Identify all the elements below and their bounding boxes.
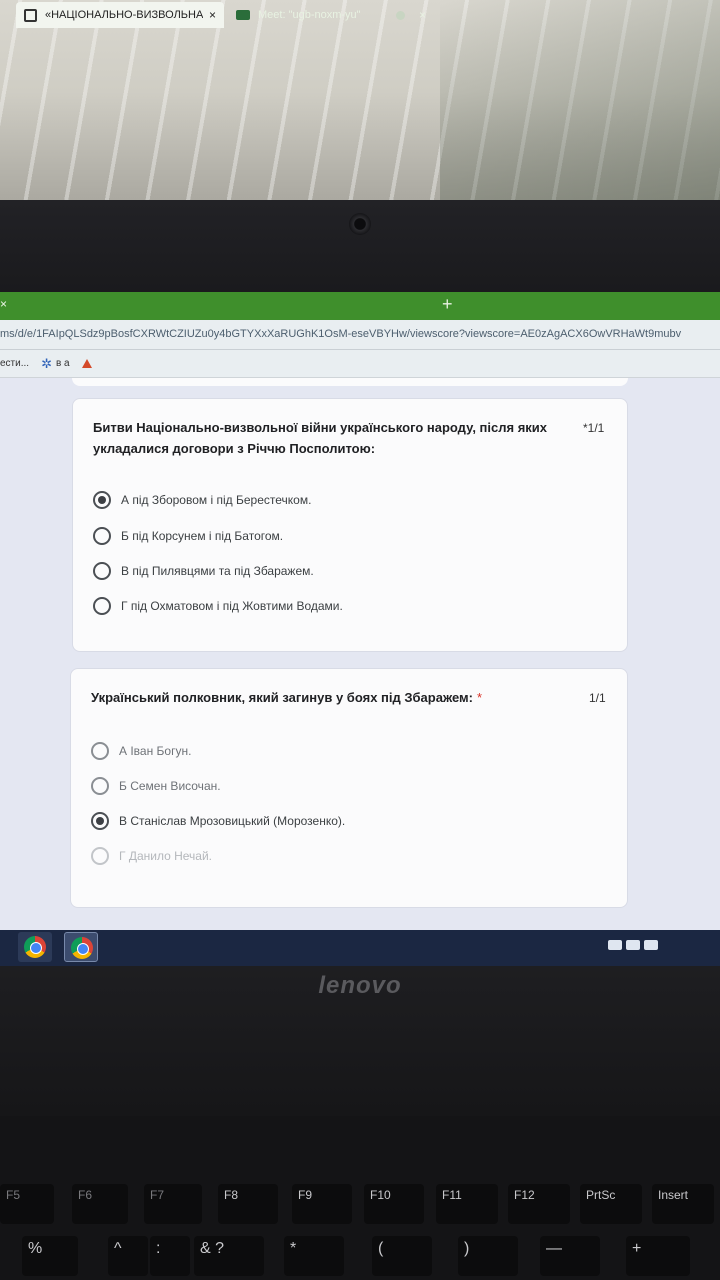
option-label: В Станіслав Мрозовицький (Морозенко). [119,814,346,828]
option-label: А Іван Богун. [119,744,192,758]
radio-selected-icon[interactable] [93,491,111,509]
close-left-tab-icon[interactable]: × [0,297,10,313]
answer-option[interactable]: В під Пилявцями та під Збаражем. [93,560,314,582]
key: & ? [194,1236,264,1276]
key: F8 [218,1184,278,1224]
chrome-icon [24,936,46,958]
tab-forms-quiz[interactable]: «НАЦІОНАЛЬНО-ВИЗВОЛЬНА Е × [16,2,224,28]
close-tab-icon[interactable]: × [419,8,426,22]
forms-page: Битви Національно-визвольної війни украї… [0,378,720,930]
question-score: *1/1 [583,421,605,435]
network-icon[interactable] [608,940,622,950]
key: F10 [364,1184,424,1224]
option-label: Б Семен Височан. [119,779,221,793]
key: : [150,1236,190,1276]
key: F12 [508,1184,570,1224]
gear-icon: ✲ [41,355,52,371]
question-text: Український полковник, який загинув у бо… [91,690,483,705]
drive-icon [81,359,92,368]
answer-option[interactable]: Г Данило Нечай. [91,845,212,867]
answer-option[interactable]: А Іван Богун. [91,740,191,762]
system-tray [608,940,658,950]
question-text: Битви Національно-визвольної війни украї… [93,420,548,456]
bookmark-item[interactable]: ✲ в а [41,356,70,372]
battery-icon[interactable] [626,940,640,950]
key: ) [458,1236,518,1276]
radio-icon[interactable] [93,562,111,580]
radio-icon[interactable] [93,527,111,545]
display-icon[interactable] [644,940,658,950]
question-score: 1/1 [589,691,606,705]
bookmarks-bar: ести... ✲ в а [0,350,720,378]
key: Insert [652,1184,714,1224]
key: + [626,1236,690,1276]
option-label: В під Пилявцями та під Збаражем. [121,564,314,578]
tab-meet[interactable]: Meet: "ugb-noxm-yu" × [228,2,434,28]
key: ^ [108,1236,148,1276]
meet-camera-icon [236,10,250,20]
key: F9 [292,1184,352,1224]
taskbar-chrome-app[interactable] [18,932,52,962]
tab-title: Meet: "ugb-noxm-yu" [258,9,361,21]
required-marker: * [477,690,483,705]
bookmark-item[interactable] [81,359,92,368]
bookmark-label: в а [55,358,70,369]
answer-option[interactable]: В Станіслав Мрозовицький (Морозенко). [91,810,345,832]
chrome-icon [71,937,93,959]
option-label: Г Данило Нечай. [119,849,213,863]
answer-option[interactable]: Б Семен Височан. [91,775,221,797]
answer-option[interactable]: Г під Охматовом і під Жовтими Водами. [93,595,343,617]
answer-option[interactable]: А під Зборовом і під Берестечком. [93,489,311,511]
answer-option[interactable]: Б під Корсунем і під Батогом. [93,525,283,547]
key: F6 [72,1184,128,1224]
previous-question-card [72,378,628,386]
question-card: Український полковник, який загинув у бо… [70,668,628,908]
radio-icon[interactable] [93,597,111,615]
key: F7 [144,1184,202,1224]
close-tab-icon[interactable]: × [209,8,216,22]
url-text[interactable]: ms/d/e/1FAIpQLSdz9pBosfCXRWtCZIUZu0y4bGT… [0,328,720,340]
taskbar-chrome-app[interactable] [64,932,98,962]
key: * [284,1236,344,1276]
key: ( [372,1236,432,1276]
radio-icon[interactable] [91,777,109,795]
radio-icon[interactable] [91,847,109,865]
bookmark-item[interactable]: ести... [0,358,29,369]
keyboard: F5 F6 F7 F8 F9 F10 F11 F12 PrtSc Insert … [0,1116,720,1280]
browser-tab-strip [0,292,720,320]
option-label: А під Зборовом і під Берестечком. [121,493,312,507]
question-card: Битви Національно-визвольної війни украї… [72,398,628,652]
tab-title: «НАЦІОНАЛЬНО-ВИЗВОЛЬНА Е [45,9,203,21]
laptop-brand-logo: lenovo [318,972,402,999]
forms-doc-icon [24,8,37,22]
option-label: Б під Корсунем і під Батогом. [121,529,284,543]
window-curtain-background [0,0,720,205]
key: % [22,1236,78,1276]
new-tab-button[interactable]: + [442,294,453,315]
recording-indicator-icon [395,10,405,20]
radio-icon[interactable] [91,742,109,760]
address-bar[interactable]: ms/d/e/1FAIpQLSdz9pBosfCXRWtCZIUZu0y4bGT… [0,320,720,350]
bookmark-label: ести... [0,358,30,369]
radio-selected-icon[interactable] [91,812,109,830]
key: — [540,1236,600,1276]
key: F11 [436,1184,498,1224]
key: F5 [0,1184,54,1224]
option-label: Г під Охматовом і під Жовтими Водами. [121,599,343,613]
key: PrtSc [580,1184,642,1224]
webcam [349,213,371,235]
